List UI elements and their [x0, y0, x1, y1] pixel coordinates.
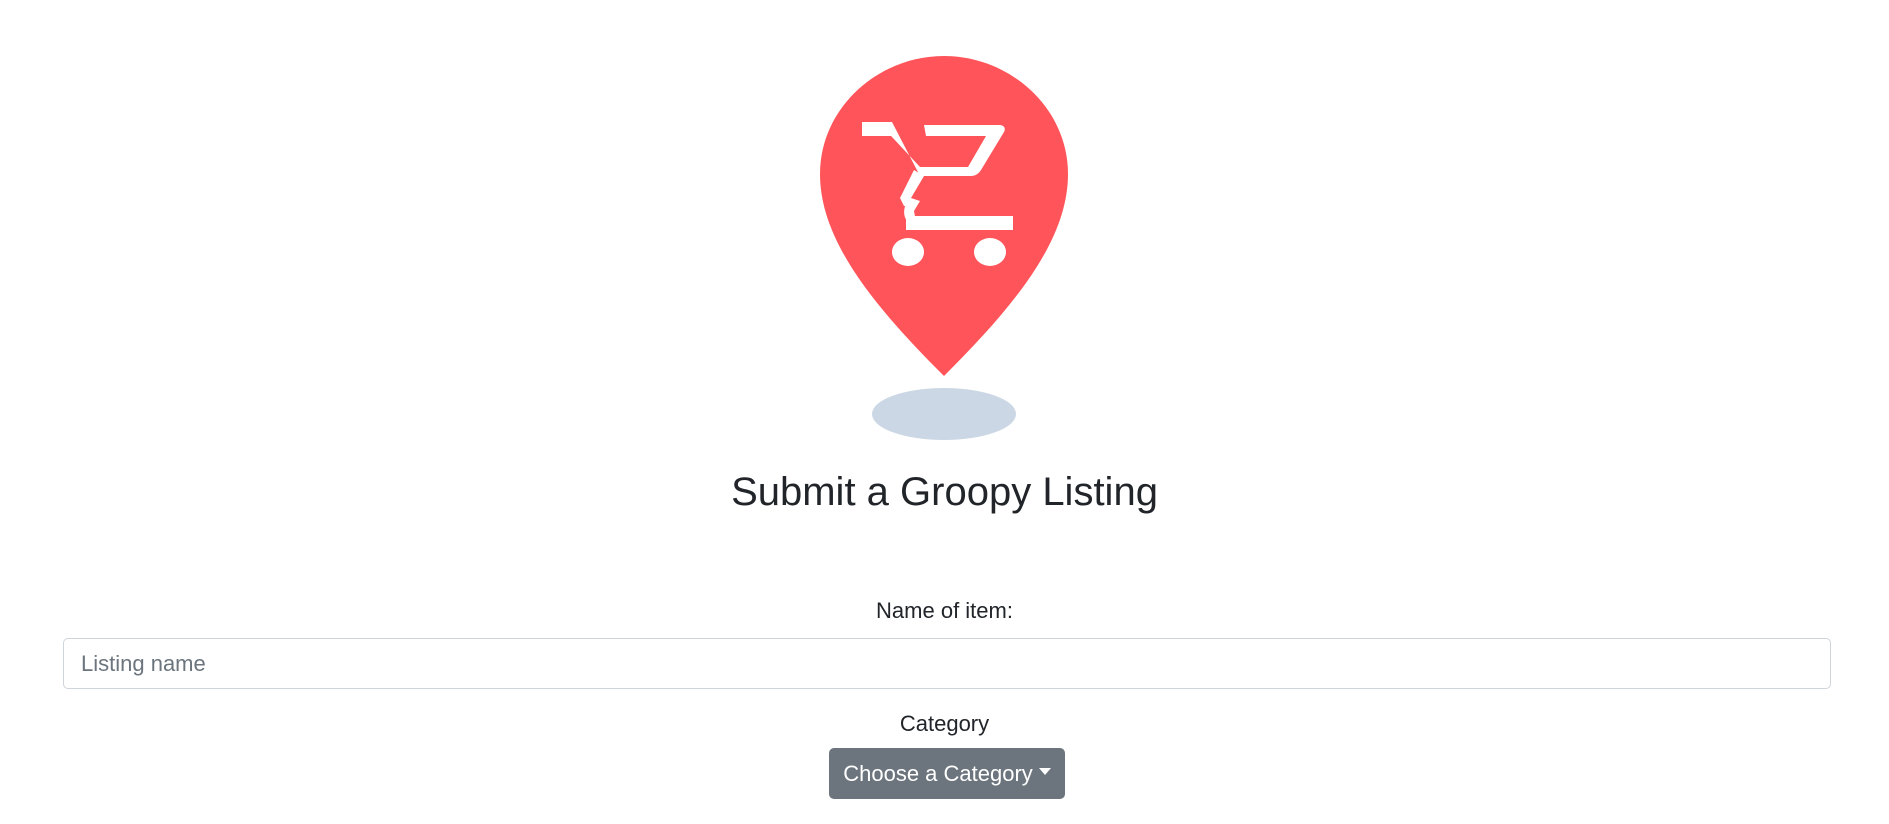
choose-category-button-label: Choose a Category	[843, 760, 1033, 786]
pin-shadow	[872, 388, 1016, 440]
choose-category-dropdown-button[interactable]: Choose a Category	[829, 748, 1065, 799]
page: Submit a Groopy Listing Name of item: Ca…	[0, 0, 1889, 824]
shopping-cart-map-pin-icon	[820, 56, 1068, 440]
category-label: Category	[899, 711, 990, 736]
caret-down-icon	[1038, 768, 1051, 775]
name-label: Name of item:	[876, 598, 1013, 623]
page-title: Submit a Groopy Listing	[731, 470, 1158, 514]
logo	[816, 56, 1072, 442]
listing-name-input[interactable]	[63, 638, 1831, 689]
